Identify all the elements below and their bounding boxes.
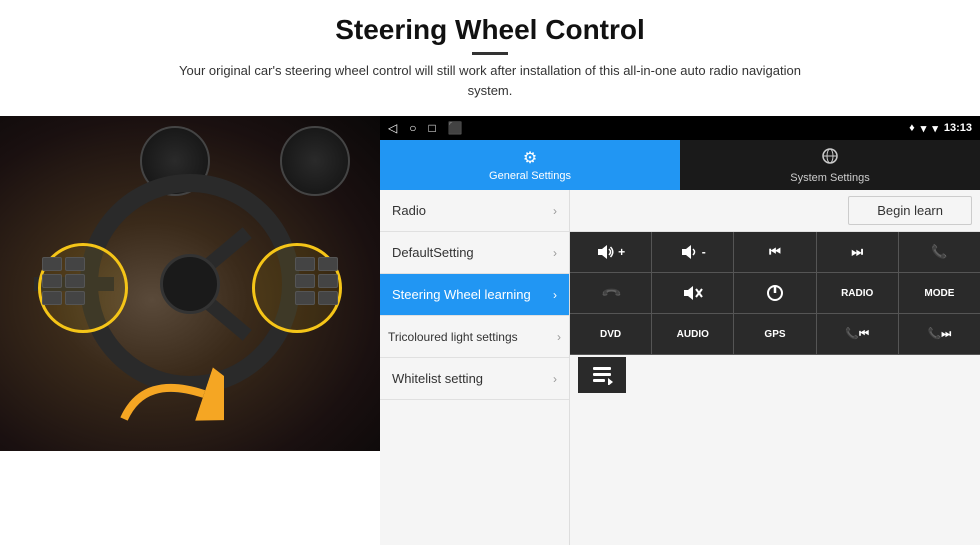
recents-nav-icon[interactable]: □ (428, 121, 435, 135)
wheel-btn (65, 257, 85, 271)
whitelist-icon-btn[interactable] (578, 357, 626, 393)
wheel-btn (42, 257, 62, 271)
status-time: 13:13 (944, 122, 972, 134)
dvd-label: DVD (600, 329, 621, 340)
gps-label: GPS (764, 329, 785, 340)
wheel-btn (318, 291, 338, 305)
audio-btn[interactable]: AUDIO (652, 314, 733, 354)
tab-system-settings[interactable]: System Settings (680, 140, 980, 190)
radio-btn[interactable]: RADIO (817, 273, 898, 313)
title-divider (472, 52, 508, 55)
phone-icon: 📞 (931, 244, 947, 260)
subtitle: Your original car's steering wheel contr… (140, 61, 840, 100)
audio-label: AUDIO (677, 329, 709, 340)
status-bar: ◁ ○ □ ⬛ ♦ ▾ ▾ 13:13 (380, 116, 980, 140)
menu-radio-arrow: › (553, 204, 557, 218)
mode-label: MODE (924, 288, 954, 299)
next-track-btn[interactable]: ⏭ (817, 232, 898, 272)
phone-prev-icon: 📞⏮ (845, 327, 869, 341)
vol-down-label: - (702, 245, 706, 259)
control-row-3: DVD AUDIO GPS 📞⏮ 📞⏭ (570, 314, 980, 355)
phone-next-btn[interactable]: 📞⏭ (899, 314, 980, 354)
wheel-btn (65, 291, 85, 305)
menu-whitelist-label: Whitelist setting (392, 371, 483, 386)
android-screen: ◁ ○ □ ⬛ ♦ ▾ ▾ 13:13 ⚙ General Settings (380, 116, 980, 545)
page-title: Steering Wheel Control (140, 14, 840, 46)
begin-learn-button[interactable]: Begin learn (848, 196, 972, 225)
vol-down-btn[interactable]: - (652, 232, 733, 272)
system-settings-icon (821, 147, 839, 170)
hang-up-btn[interactable]: 📞 (570, 273, 651, 313)
wifi-icon: ▾ (921, 122, 927, 135)
menu-tricoloured-label: Tricoloured light settings (388, 330, 518, 344)
home-nav-icon[interactable]: ○ (409, 121, 416, 135)
mode-btn[interactable]: MODE (899, 273, 980, 313)
content-area: ◁ ○ □ ⬛ ♦ ▾ ▾ 13:13 ⚙ General Settings (0, 116, 980, 545)
menu-list-area: Radio › DefaultSetting › Steering Wheel … (380, 190, 980, 545)
wheel-btn (295, 257, 315, 271)
begin-learn-row: Begin learn (570, 190, 980, 232)
wheel-hub (160, 254, 220, 314)
steering-wheel-image (0, 116, 380, 451)
phone-next-icon: 📞⏭ (928, 327, 952, 341)
prev-icon: ⏮ (769, 244, 781, 260)
prev-track-btn[interactable]: ⏮ (734, 232, 815, 272)
mute-btn[interactable] (652, 273, 733, 313)
hang-up-icon: 📞 (599, 282, 622, 305)
wheel-btn (65, 274, 85, 288)
control-row-1: + - ⏮ ⏭ 📞 (570, 232, 980, 273)
wheel-btn (42, 291, 62, 305)
control-row-2: 📞 RADIO MODE (570, 273, 980, 314)
back-nav-icon[interactable]: ◁ (388, 121, 397, 135)
menu-steering-arrow: › (553, 288, 557, 302)
wheel-btn (42, 274, 62, 288)
whitelist-icon-row (570, 355, 980, 395)
next-icon: ⏭ (851, 244, 863, 260)
tab-system-settings-label: System Settings (790, 172, 869, 184)
call-btn[interactable]: 📞 (899, 232, 980, 272)
tab-general-settings[interactable]: ⚙ General Settings (380, 140, 680, 190)
header: Steering Wheel Control Your original car… (140, 0, 840, 106)
menu-default-label: DefaultSetting (392, 245, 474, 260)
menu-item-steering-wheel[interactable]: Steering Wheel learning › (380, 274, 569, 316)
menu-tricoloured-arrow: › (557, 330, 561, 344)
vol-up-btn[interactable]: + (570, 232, 651, 272)
dvd-btn[interactable]: DVD (570, 314, 651, 354)
gauge-left (280, 126, 350, 196)
menu-steering-label: Steering Wheel learning (392, 287, 531, 302)
tab-general-settings-label: General Settings (489, 170, 571, 182)
menu-radio-label: Radio (392, 203, 426, 218)
radio-label: RADIO (841, 288, 873, 299)
status-bar-right: ♦ ▾ ▾ 13:13 (909, 122, 972, 135)
left-button-cluster (42, 257, 85, 305)
general-settings-icon: ⚙ (523, 148, 537, 168)
power-btn[interactable] (734, 273, 815, 313)
left-menu: Radio › DefaultSetting › Steering Wheel … (380, 190, 570, 545)
right-button-cluster (295, 257, 338, 305)
vol-up-label: + (618, 245, 625, 259)
menu-item-tricoloured[interactable]: Tricoloured light settings › (380, 316, 569, 358)
location-icon: ♦ (909, 122, 915, 134)
menu-item-default-setting[interactable]: DefaultSetting › (380, 232, 569, 274)
status-bar-left: ◁ ○ □ ⬛ (388, 121, 463, 135)
wheel-btn (318, 257, 338, 271)
wheel-btn (295, 274, 315, 288)
wheel-btn (295, 291, 315, 305)
tab-bar: ⚙ General Settings System Settings (380, 140, 980, 190)
phone-prev-btn[interactable]: 📞⏮ (817, 314, 898, 354)
gps-btn[interactable]: GPS (734, 314, 815, 354)
signal-icon: ▾ (932, 122, 938, 135)
screenshot-icon[interactable]: ⬛ (448, 121, 463, 135)
menu-item-radio[interactable]: Radio › (380, 190, 569, 232)
wheel-btn (318, 274, 338, 288)
pointing-arrow (114, 364, 224, 434)
controls-panel: Begin learn + - ⏮ (570, 190, 980, 545)
menu-default-arrow: › (553, 246, 557, 260)
page-container: Steering Wheel Control Your original car… (0, 0, 980, 545)
menu-whitelist-arrow: › (553, 372, 557, 386)
menu-item-whitelist[interactable]: Whitelist setting › (380, 358, 569, 400)
